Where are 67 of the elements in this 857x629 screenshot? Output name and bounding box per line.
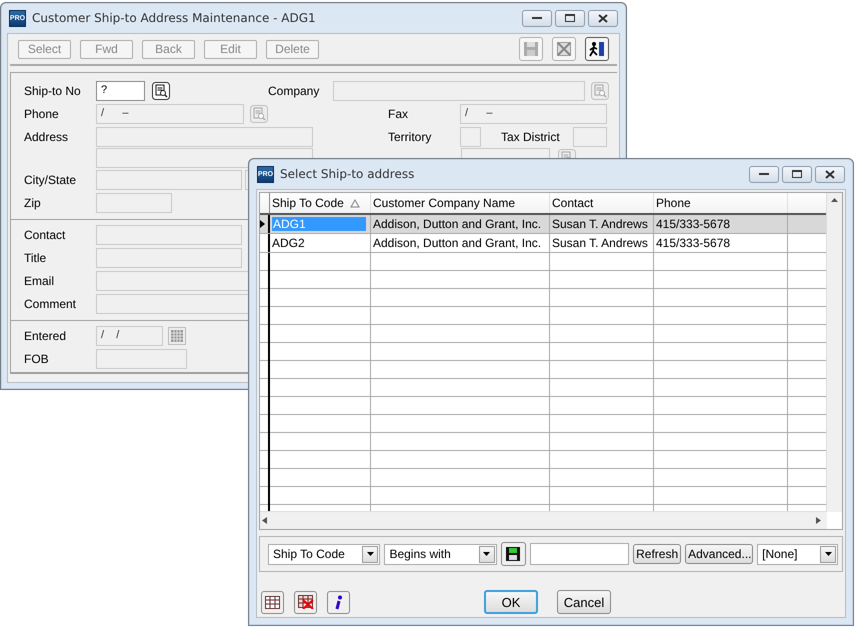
- dialog-button[interactable]: Cancel: [557, 590, 611, 614]
- field-label: Email: [24, 274, 56, 288]
- window-title: Customer Ship-to Address Maintenance - ADG1: [32, 11, 317, 25]
- lookup-icon[interactable]: [152, 82, 170, 100]
- field-label: Comment: [24, 296, 78, 310]
- info-icon[interactable]: [327, 590, 350, 614]
- window-title: Select Ship-to address: [280, 167, 416, 181]
- field-label: Territory: [388, 130, 432, 144]
- field-label: Contact: [24, 228, 66, 242]
- close-icon: [598, 14, 608, 22]
- field-label: Address: [24, 130, 70, 144]
- close-button[interactable]: [815, 166, 845, 182]
- minimize-button[interactable]: [749, 166, 779, 182]
- field-label: Entered: [24, 328, 68, 342]
- caret-icon[interactable]: [483, 552, 490, 556]
- column-dropdown[interactable]: Ship To Code: [268, 544, 380, 564]
- minimize-button[interactable]: [522, 10, 552, 26]
- vertical-scrollbar[interactable]: [826, 193, 842, 512]
- maximize-icon: [792, 170, 802, 178]
- field-label: Fax: [388, 106, 410, 120]
- exit-icon[interactable]: [585, 37, 609, 61]
- scroll-right-icon[interactable]: [816, 517, 821, 524]
- field-label: Phone: [24, 106, 60, 120]
- field-label: Ship-to No: [24, 84, 82, 98]
- table-cell: ADG2: [272, 236, 305, 250]
- scroll-left-icon[interactable]: [262, 517, 267, 524]
- table-delete-icon[interactable]: [294, 590, 317, 614]
- dialog-button[interactable]: OK: [484, 590, 538, 614]
- minimize-icon: [532, 16, 542, 20]
- maximize-icon: [565, 14, 575, 22]
- table-cell: Susan T. Andrews: [552, 217, 648, 231]
- save-icon[interactable]: [500, 542, 526, 566]
- preset-dropdown[interactable]: [None]: [757, 544, 838, 564]
- search-value-field[interactable]: [530, 543, 630, 565]
- column-header[interactable]: Ship To Code: [272, 196, 344, 210]
- sort-icon: [350, 198, 360, 208]
- field-label: FOB: [24, 352, 50, 366]
- close-button[interactable]: [588, 10, 618, 26]
- column-header[interactable]: Contact: [552, 196, 594, 210]
- field-label: Tax District: [501, 130, 561, 144]
- caret-icon[interactable]: [824, 552, 832, 556]
- table-row[interactable]: ADG1 Addison, Dutton and Grant, Inc. Susan T. Andrews 415/333-5678: [260, 215, 827, 234]
- table-cell: 415/333-5678: [656, 217, 730, 231]
- table-cell: 415/333-5678: [656, 236, 730, 250]
- input-field[interactable]: ?: [96, 80, 145, 100]
- field-label: Zip: [24, 196, 42, 210]
- table-icon[interactable]: [261, 590, 284, 614]
- minimize-icon: [759, 172, 769, 176]
- field-label: Company: [268, 84, 320, 98]
- table-cell: Addison, Dutton and Grant, Inc.: [373, 217, 542, 231]
- close-icon: [825, 170, 835, 178]
- advanced-button[interactable]: Advanced...: [685, 544, 754, 564]
- field-label: Title: [24, 250, 48, 264]
- table-cell: Susan T. Andrews: [552, 236, 648, 250]
- column-header[interactable]: Customer Company Name: [373, 196, 516, 210]
- table-cell: Addison, Dutton and Grant, Inc.: [373, 236, 542, 250]
- row-pointer-icon: [260, 220, 265, 228]
- maximize-button[interactable]: [782, 166, 812, 182]
- column-header[interactable]: Phone: [656, 196, 691, 210]
- field-label: City/State: [24, 172, 78, 186]
- maximize-button[interactable]: [555, 10, 585, 26]
- refresh-button[interactable]: Refresh: [633, 544, 682, 564]
- caret-icon[interactable]: [366, 552, 374, 556]
- calendar-icon[interactable]: [168, 326, 186, 344]
- operator-dropdown[interactable]: Begins with: [384, 544, 497, 564]
- table-cell: ADG1: [272, 217, 366, 231]
- delete-icon[interactable]: [552, 37, 576, 61]
